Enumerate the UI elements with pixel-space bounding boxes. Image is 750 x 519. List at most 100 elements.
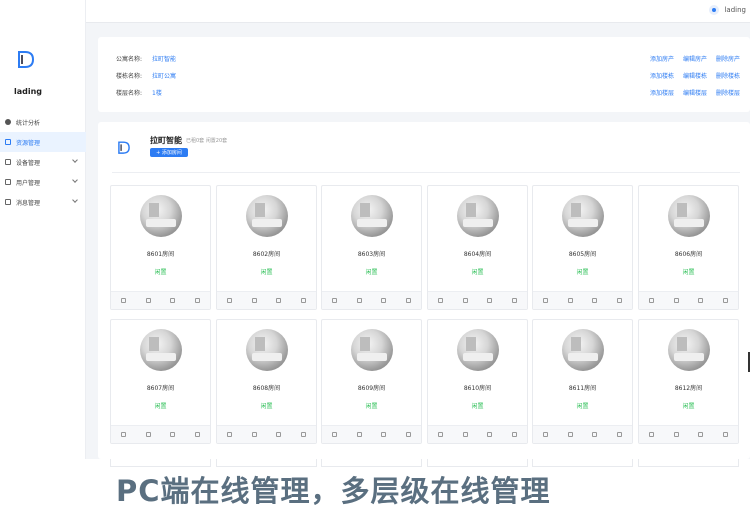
delete-icon[interactable] bbox=[723, 432, 729, 437]
add-floor-link[interactable]: 添加楼层 bbox=[650, 88, 674, 97]
user-menu[interactable]: lading bbox=[709, 5, 746, 15]
copy-icon[interactable] bbox=[487, 298, 493, 303]
delete-icon[interactable] bbox=[406, 298, 412, 303]
building-actions: 添加楼栋 编辑楼栋 删除楼栋 bbox=[650, 71, 740, 80]
edit-apartment-link[interactable]: 编辑房产 bbox=[683, 54, 707, 63]
copy-icon[interactable] bbox=[276, 298, 282, 303]
edit-icon[interactable] bbox=[567, 432, 573, 437]
edit-icon[interactable] bbox=[145, 432, 151, 437]
copy-icon[interactable] bbox=[170, 298, 176, 303]
add-room-button[interactable]: + 添加房间 bbox=[150, 148, 188, 157]
delete-icon[interactable] bbox=[195, 298, 201, 303]
room-card[interactable]: 8603房间 闲置 bbox=[321, 185, 422, 310]
info-key: 楼层名称: bbox=[116, 90, 143, 97]
edit-icon[interactable] bbox=[356, 298, 362, 303]
view-icon[interactable] bbox=[331, 432, 337, 437]
view-icon[interactable] bbox=[542, 432, 548, 437]
copy-icon[interactable] bbox=[276, 432, 282, 437]
edit-icon[interactable] bbox=[145, 298, 151, 303]
edit-icon[interactable] bbox=[251, 298, 257, 303]
copy-icon[interactable] bbox=[698, 432, 704, 437]
sidebar-item-resources[interactable]: 资源管理 bbox=[0, 132, 86, 152]
view-icon[interactable] bbox=[120, 298, 126, 303]
delete-icon[interactable] bbox=[617, 298, 623, 303]
view-icon[interactable] bbox=[437, 298, 443, 303]
view-icon[interactable] bbox=[331, 298, 337, 303]
device-icon bbox=[5, 159, 11, 165]
message-icon bbox=[5, 199, 11, 205]
room-status: 闲置 bbox=[260, 403, 273, 410]
room-card[interactable]: 8610房间 闲置 bbox=[427, 319, 528, 444]
edit-icon[interactable] bbox=[462, 298, 468, 303]
delete-icon[interactable] bbox=[406, 432, 412, 437]
sidebar-item-devices[interactable]: 设备管理 bbox=[0, 152, 86, 172]
room-card[interactable]: 8606房间 闲置 bbox=[638, 185, 739, 310]
view-icon[interactable] bbox=[648, 298, 654, 303]
delete-apartment-link[interactable]: 删除房产 bbox=[716, 54, 740, 63]
view-icon[interactable] bbox=[542, 298, 548, 303]
info-value[interactable]: 1楼 bbox=[152, 88, 162, 97]
room-card[interactable]: 8605房间 闲置 bbox=[532, 185, 633, 310]
chevron-down-icon bbox=[72, 157, 78, 163]
delete-icon[interactable] bbox=[301, 432, 307, 437]
room-photo bbox=[351, 195, 393, 237]
info-value[interactable]: 拉町智能 bbox=[152, 54, 176, 63]
room-card[interactable]: 8611房间 闲置 bbox=[532, 319, 633, 444]
top-bar: lading bbox=[86, 0, 750, 23]
delete-icon[interactable] bbox=[723, 298, 729, 303]
room-card[interactable]: 8607房间 闲置 bbox=[110, 319, 211, 444]
room-card[interactable]: 8612房间 闲置 bbox=[638, 319, 739, 444]
view-icon[interactable] bbox=[648, 432, 654, 437]
delete-icon[interactable] bbox=[617, 432, 623, 437]
copy-icon[interactable] bbox=[170, 432, 176, 437]
view-icon[interactable] bbox=[226, 298, 232, 303]
room-photo bbox=[562, 329, 604, 371]
view-icon[interactable] bbox=[226, 432, 232, 437]
room-card[interactable]: 8609房间 闲置 bbox=[321, 319, 422, 444]
delete-icon[interactable] bbox=[301, 298, 307, 303]
copy-icon[interactable] bbox=[592, 298, 598, 303]
add-building-link[interactable]: 添加楼栋 bbox=[650, 71, 674, 80]
room-toolbar bbox=[111, 425, 210, 443]
room-name: 8603房间 bbox=[357, 251, 386, 258]
room-card[interactable]: 8608房间 闲置 bbox=[216, 319, 317, 444]
room-status: 闲置 bbox=[471, 403, 484, 410]
room-photo bbox=[351, 329, 393, 371]
copy-icon[interactable] bbox=[698, 298, 704, 303]
edit-floor-link[interactable]: 编辑楼层 bbox=[683, 88, 707, 97]
edit-icon[interactable] bbox=[673, 298, 679, 303]
room-photo bbox=[457, 329, 499, 371]
room-photo bbox=[140, 195, 182, 237]
delete-icon[interactable] bbox=[512, 432, 518, 437]
add-apartment-link[interactable]: 添加房产 bbox=[650, 54, 674, 63]
view-icon[interactable] bbox=[120, 432, 126, 437]
copy-icon[interactable] bbox=[592, 432, 598, 437]
room-photo bbox=[668, 329, 710, 371]
room-card[interactable]: 8604房间 闲置 bbox=[427, 185, 528, 310]
edit-icon[interactable] bbox=[251, 432, 257, 437]
copy-icon[interactable] bbox=[381, 298, 387, 303]
edit-icon[interactable] bbox=[567, 298, 573, 303]
room-name: 8601房间 bbox=[146, 251, 175, 258]
copy-icon[interactable] bbox=[381, 432, 387, 437]
room-status: 闲置 bbox=[471, 269, 484, 276]
copy-icon[interactable] bbox=[487, 432, 493, 437]
room-name: 8611房间 bbox=[568, 385, 597, 392]
view-icon[interactable] bbox=[437, 432, 443, 437]
sidebar-item-users[interactable]: 用户管理 bbox=[0, 172, 86, 192]
room-card[interactable]: 8601房间 闲置 bbox=[110, 185, 211, 310]
sidebar-item-messages[interactable]: 消息管理 bbox=[0, 192, 86, 212]
info-value[interactable]: 拉町公寓 bbox=[152, 71, 176, 80]
delete-icon[interactable] bbox=[195, 432, 201, 437]
edit-icon[interactable] bbox=[356, 432, 362, 437]
edit-icon[interactable] bbox=[462, 432, 468, 437]
delete-icon[interactable] bbox=[512, 298, 518, 303]
edit-building-link[interactable]: 编辑楼栋 bbox=[683, 71, 707, 80]
sidebar-item-stats[interactable]: 统计分析 bbox=[0, 112, 86, 132]
chevron-down-icon bbox=[72, 177, 78, 183]
delete-floor-link[interactable]: 删除楼层 bbox=[716, 88, 740, 97]
delete-building-link[interactable]: 删除楼栋 bbox=[716, 71, 740, 80]
info-row-apartment: 公寓名称: 拉町智能 bbox=[116, 54, 176, 63]
edit-icon[interactable] bbox=[673, 432, 679, 437]
room-card[interactable]: 8602房间 闲置 bbox=[216, 185, 317, 310]
